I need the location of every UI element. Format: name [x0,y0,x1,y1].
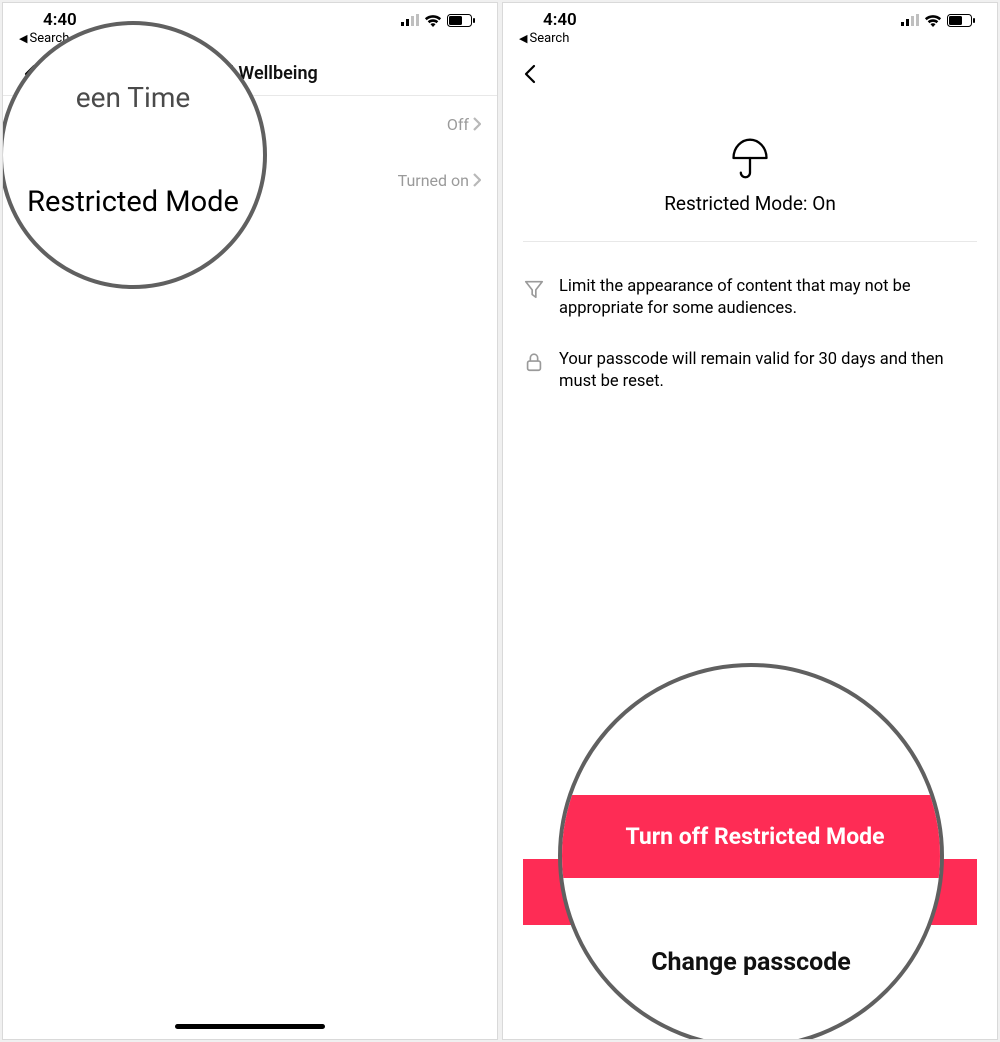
chevron-right-icon [473,173,481,187]
setting-row-restricted-mode[interactable]: --- Turned on [19,152,481,208]
value-text: Off [447,115,469,134]
back-button[interactable] [19,62,43,86]
back-button[interactable] [519,62,543,86]
umbrella-icon [728,136,772,180]
lock-icon [523,351,545,373]
restricted-mode-header [503,52,997,96]
setting-value: Off [447,115,481,134]
screenshot-left: 4:40 ◀ Search Digital Wellbeing --- Off … [2,2,498,1040]
breadcrumb-label: Search [29,31,69,46]
status-bar: 4:40 [3,3,497,31]
breadcrumb-caret-icon: ◀ [519,32,527,45]
breadcrumb-label: Search [529,31,569,46]
filter-icon [523,278,545,300]
status-bar: 4:40 [503,3,997,31]
battery-icon [947,14,975,27]
breadcrumb-caret-icon: ◀ [19,32,27,45]
battery-icon [447,14,475,27]
setting-value: Turned on [398,171,481,190]
signal-icon [901,14,919,26]
turn-off-restricted-mode-button[interactable]: Turn off Restricted Mode [523,859,977,925]
breadcrumb[interactable]: ◀ Search [503,31,997,52]
chevron-left-icon [519,62,543,86]
chevron-left-icon [19,62,43,86]
bottom-actions: Turn off Restricted Mode Change passcode [503,859,997,979]
change-passcode-button[interactable]: Change passcode [669,957,832,979]
restricted-mode-status: Restricted Mode: On [664,192,836,215]
wifi-icon [424,14,442,27]
breadcrumb[interactable]: ◀ Search [3,31,497,52]
setting-row-screen-time[interactable]: --- Off [19,96,481,152]
digital-wellbeing-header: Digital Wellbeing [3,52,497,96]
page-title: Digital Wellbeing [182,63,318,84]
magnifier-turn-off: Turn off Restricted Mode Change passcode [558,663,944,1040]
chevron-right-icon [473,117,481,131]
wifi-icon [924,14,942,27]
info-list: Limit the appearance of content that may… [503,242,997,407]
restricted-mode-title-block: Restricted Mode: On [503,96,997,241]
info-item-filter: Limit the appearance of content that may… [523,262,977,335]
home-indicator[interactable] [175,1024,325,1029]
settings-list: --- Off --- Turned on [3,96,497,208]
value-text: Turned on [398,171,469,190]
status-icons [401,14,475,27]
status-time: 4:40 [543,10,577,30]
info-text: Your passcode will remain valid for 30 d… [559,349,977,394]
screenshot-right: 4:40 ◀ Search Restricted Mode: On Limit … [502,2,998,1040]
info-text: Limit the appearance of content that may… [559,276,977,321]
status-icons [901,14,975,27]
signal-icon [401,14,419,26]
info-item-passcode: Your passcode will remain valid for 30 d… [523,335,977,408]
status-time: 4:40 [43,10,77,30]
